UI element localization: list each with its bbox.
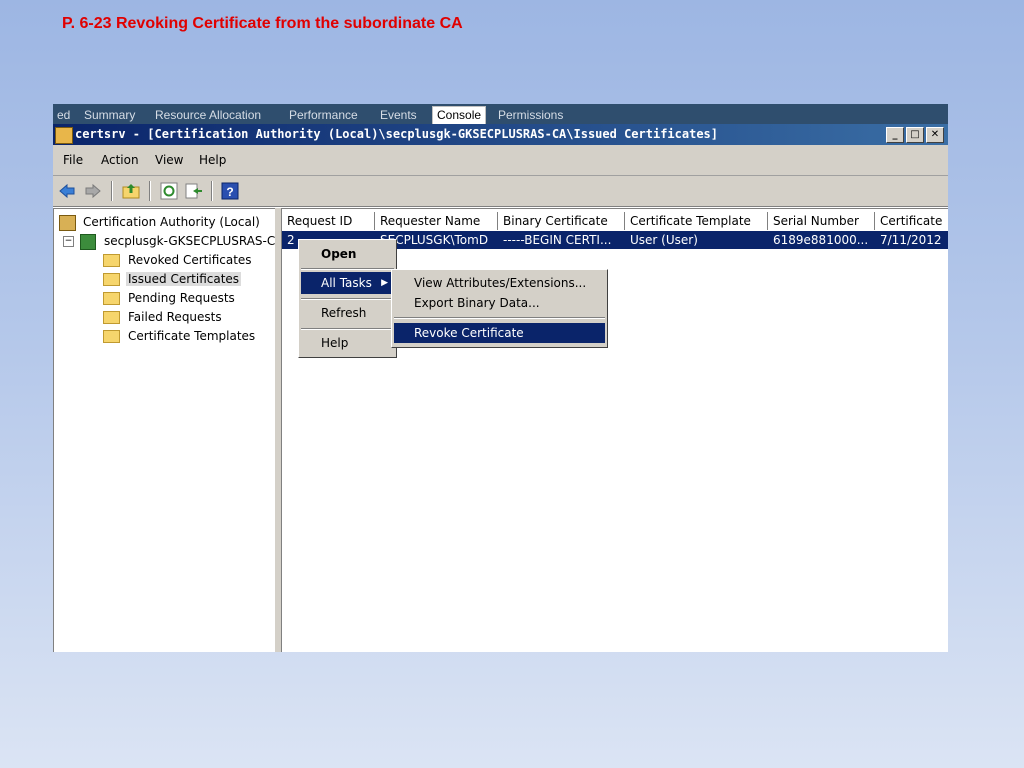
- toolbar: ?: [53, 176, 948, 207]
- window-title-bar: certsrv - [Certification Authority (Loca…: [53, 124, 948, 145]
- console-tab-bar: ed Summary Resource Allocation Performan…: [53, 104, 948, 125]
- column-requester-name[interactable]: Requester Name: [375, 212, 498, 230]
- folder-icon: [103, 273, 120, 286]
- minimize-button[interactable]: _: [886, 127, 904, 143]
- menu-file[interactable]: File: [63, 153, 83, 167]
- back-icon[interactable]: [58, 182, 76, 200]
- column-certificate-template[interactable]: Certificate Template: [625, 212, 768, 230]
- up-folder-icon[interactable]: [122, 182, 140, 200]
- maximize-button[interactable]: □: [906, 127, 924, 143]
- column-request-id[interactable]: Request ID: [282, 212, 375, 230]
- tab-summary[interactable]: Summary: [80, 107, 139, 124]
- cell-certificate-template: User (User): [630, 233, 698, 247]
- cell-effective-date: 7/11/2012: [880, 233, 942, 247]
- context-refresh[interactable]: Refresh: [301, 302, 394, 324]
- submenu-arrow-icon: ▶: [381, 278, 388, 288]
- ca-server-icon: [80, 233, 96, 250]
- refresh-icon[interactable]: [160, 182, 178, 200]
- menu-action[interactable]: Action: [101, 153, 139, 167]
- tree-item-issued-certificates[interactable]: Issued Certificates: [103, 270, 242, 288]
- submenu-view-attributes[interactable]: View Attributes/Extensions...: [394, 273, 605, 293]
- cell-binary-certificate: -----BEGIN CERTI...: [503, 233, 612, 247]
- tree-item-certificate-templates[interactable]: Certificate Templates: [103, 327, 257, 345]
- help-icon[interactable]: ?: [221, 182, 239, 200]
- collapse-icon[interactable]: −: [63, 236, 74, 247]
- column-binary-certificate[interactable]: Binary Certificate: [498, 212, 625, 230]
- all-tasks-label: All Tasks: [321, 276, 372, 290]
- tree-item-failed-requests[interactable]: Failed Requests: [103, 308, 224, 326]
- tree-item-pending-requests[interactable]: Pending Requests: [103, 289, 237, 307]
- menu-view[interactable]: View: [155, 153, 183, 167]
- close-button[interactable]: ✕: [926, 127, 944, 143]
- context-all-tasks[interactable]: All Tasks ▶: [301, 272, 394, 294]
- folder-icon: [103, 292, 120, 305]
- folder-icon: [103, 311, 120, 324]
- column-serial-number[interactable]: Serial Number: [768, 212, 875, 230]
- context-open[interactable]: Open: [301, 243, 394, 265]
- tab-performance[interactable]: Performance: [285, 107, 362, 124]
- column-certificate-effective-date[interactable]: Certificate: [875, 212, 948, 230]
- tab-partial[interactable]: ed: [53, 107, 74, 124]
- cell-serial-number: 6189e881000...: [773, 233, 869, 247]
- certification-authority-icon: [59, 214, 76, 231]
- context-help[interactable]: Help: [301, 332, 394, 354]
- menu-bar: File Action View Help: [53, 145, 948, 176]
- tab-permissions[interactable]: Permissions: [494, 107, 567, 124]
- certsrv-app-icon: [55, 127, 73, 144]
- folder-icon: [103, 330, 120, 343]
- tree-item-ca[interactable]: − secplusgk-GKSECPLUSRAS-CA: [63, 232, 285, 250]
- forward-icon[interactable]: [84, 182, 102, 200]
- menu-help[interactable]: Help: [199, 153, 226, 167]
- tree-item-revoked-certificates[interactable]: Revoked Certificates: [103, 251, 254, 269]
- context-menu: Open All Tasks ▶ Refresh Help: [298, 239, 397, 358]
- list-header: Request ID Requester Name Binary Certifi…: [282, 212, 948, 230]
- tree-item-certification-authority[interactable]: Certification Authority (Local): [59, 213, 262, 231]
- window-title: certsrv - [Certification Authority (Loca…: [75, 127, 718, 141]
- slide-title: P. 6-23 Revoking Certificate from the su…: [62, 15, 463, 32]
- console-tree: Certification Authority (Local) − secplus…: [53, 208, 283, 652]
- submenu-export-binary-data[interactable]: Export Binary Data...: [394, 293, 605, 313]
- tab-resource-allocation[interactable]: Resource Allocation: [151, 107, 265, 124]
- submenu-revoke-certificate[interactable]: Revoke Certificate: [394, 323, 605, 343]
- all-tasks-submenu: View Attributes/Extensions... Export Bin…: [391, 269, 608, 348]
- folder-icon: [103, 254, 120, 267]
- tab-console[interactable]: Console: [432, 106, 487, 125]
- tab-events[interactable]: Events: [376, 107, 421, 124]
- mmc-screenshot: ed Summary Resource Allocation Performan…: [53, 104, 948, 652]
- svg-text:?: ?: [226, 185, 233, 199]
- export-list-icon[interactable]: [185, 182, 203, 200]
